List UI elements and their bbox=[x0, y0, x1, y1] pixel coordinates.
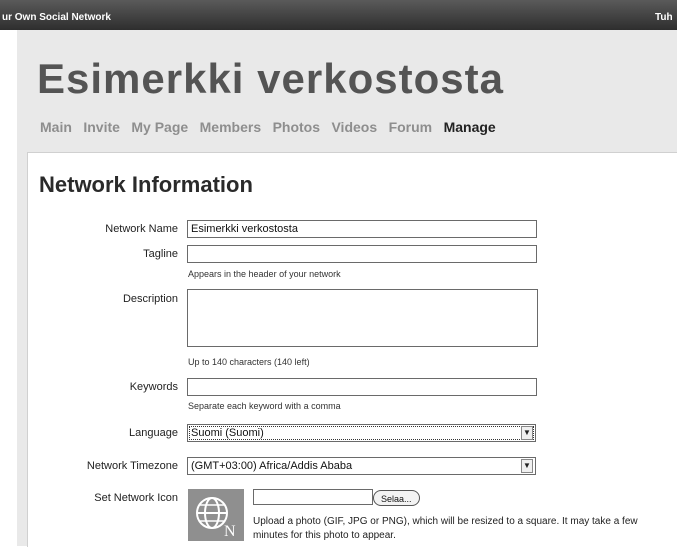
icon-file-input[interactable] bbox=[253, 489, 373, 505]
nav-forum[interactable]: Forum bbox=[389, 119, 433, 135]
tagline-hint: Appears in the header of your network bbox=[188, 269, 341, 279]
main-nav: Main Invite My Page Members Photos Video… bbox=[40, 119, 503, 137]
tagline-label: Tagline bbox=[143, 248, 178, 260]
chevron-down-icon[interactable]: ▼ bbox=[521, 426, 533, 440]
keywords-input[interactable] bbox=[187, 378, 537, 396]
nav-invite[interactable]: Invite bbox=[83, 119, 120, 135]
top-bar: ur Own Social Network Tuh bbox=[0, 0, 677, 30]
browse-button[interactable]: Selaa... bbox=[373, 490, 420, 506]
description-textarea[interactable] bbox=[187, 289, 538, 347]
user-menu-link[interactable]: Tuh bbox=[655, 12, 673, 23]
description-label: Description bbox=[122, 293, 178, 305]
nav-videos[interactable]: Videos bbox=[331, 119, 377, 135]
network-name-input[interactable]: Esimerkki verkostosta bbox=[187, 220, 537, 238]
upload-hint: Upload a photo (GIF, JPG or PNG), which … bbox=[253, 516, 638, 541]
network-icon-label: Set Network Icon bbox=[94, 492, 178, 504]
nav-main[interactable]: Main bbox=[40, 119, 72, 135]
site-title: Esimerkki verkostosta bbox=[37, 55, 504, 102]
nav-photos[interactable]: Photos bbox=[273, 119, 320, 135]
timezone-select[interactable]: (GMT+03:00) Africa/Addis Ababa ▼ bbox=[187, 457, 536, 475]
keywords-label: Keywords bbox=[129, 381, 178, 393]
timezone-selected-value: (GMT+03:00) Africa/Addis Ababa bbox=[191, 460, 353, 472]
nav-members[interactable]: Members bbox=[200, 119, 261, 135]
description-hint: Up to 140 characters (140 left) bbox=[188, 357, 310, 367]
timezone-label: Network Timezone bbox=[86, 460, 178, 472]
nav-manage[interactable]: Manage bbox=[444, 119, 496, 135]
section-title: Network Information bbox=[39, 172, 253, 197]
keywords-hint: Separate each keyword with a comma bbox=[188, 401, 341, 411]
globe-network-icon: N bbox=[188, 489, 244, 541]
tagline-input[interactable] bbox=[187, 245, 537, 263]
network-name-label: Network Name bbox=[105, 223, 178, 235]
svg-text:N: N bbox=[224, 523, 236, 540]
nav-my-page[interactable]: My Page bbox=[131, 119, 188, 135]
content-panel bbox=[27, 152, 677, 547]
language-selected-value: Suomi (Suomi) bbox=[191, 427, 264, 439]
chevron-down-icon[interactable]: ▼ bbox=[521, 459, 533, 473]
language-select[interactable]: Suomi (Suomi) ▼ bbox=[187, 424, 536, 442]
network-brand-link[interactable]: ur Own Social Network bbox=[2, 12, 111, 23]
language-label: Language bbox=[129, 427, 178, 439]
